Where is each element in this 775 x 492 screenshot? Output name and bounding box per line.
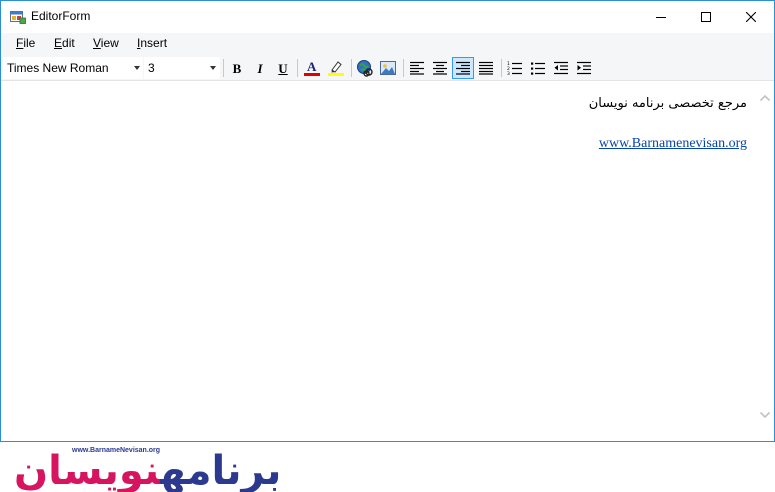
menu-insert[interactable]: Insert bbox=[137, 36, 167, 50]
italic-icon: I bbox=[257, 60, 263, 76]
bullet-list-icon bbox=[531, 62, 545, 75]
menu-view-mnemonic: V bbox=[93, 36, 101, 50]
font-size-value: 3 bbox=[148, 61, 155, 75]
toolbar-separator bbox=[297, 59, 298, 77]
menu-edit-label: dit bbox=[62, 36, 75, 50]
vertical-scrollbar[interactable] bbox=[757, 82, 774, 441]
menu-edit[interactable]: Edit bbox=[54, 36, 75, 50]
minimize-button[interactable] bbox=[638, 1, 684, 32]
logo-text-part1: برنامه bbox=[160, 448, 283, 492]
menu-insert-label: nsert bbox=[140, 36, 168, 50]
font-name-value: Times New Roman bbox=[7, 61, 109, 75]
minimize-icon bbox=[656, 16, 666, 18]
align-right-button[interactable] bbox=[452, 57, 474, 79]
increase-indent-button[interactable] bbox=[573, 57, 595, 79]
scroll-down-icon[interactable] bbox=[759, 411, 771, 419]
insert-link-button[interactable] bbox=[354, 57, 376, 79]
align-right-icon bbox=[456, 61, 470, 75]
app-icon bbox=[10, 9, 26, 24]
formatting-toolbar: Times New Roman 3 B I U A 1 2 3 bbox=[1, 55, 774, 81]
title-bar[interactable]: EditorForm bbox=[1, 1, 774, 32]
align-left-icon bbox=[410, 61, 424, 75]
image-icon bbox=[380, 61, 396, 75]
bold-icon: B bbox=[232, 60, 242, 76]
underline-icon: U bbox=[278, 60, 288, 76]
editor-window: EditorForm File Edit View Insert Times N… bbox=[0, 0, 775, 442]
menu-bar: File Edit View Insert bbox=[1, 33, 774, 55]
menu-edit-mnemonic: E bbox=[54, 36, 63, 50]
editor-link[interactable]: www.Barnamenevisan.org bbox=[599, 136, 747, 152]
toolbar-separator bbox=[223, 59, 224, 77]
highlight-color-button[interactable] bbox=[325, 57, 347, 79]
barnamenevisan-logo: www.BarnameNevisan.org برنامهنویسان bbox=[14, 445, 364, 491]
globe-link-icon bbox=[357, 60, 373, 77]
align-left-button[interactable] bbox=[406, 57, 428, 79]
menu-file-label: ile bbox=[23, 36, 36, 50]
font-color-icon: A bbox=[304, 59, 320, 76]
insert-image-button[interactable] bbox=[377, 57, 399, 79]
chevron-down-icon bbox=[210, 66, 216, 70]
italic-button[interactable]: I bbox=[249, 57, 271, 79]
menu-file[interactable]: File bbox=[16, 36, 35, 50]
logo-wordmark: برنامهنویسان bbox=[14, 448, 283, 492]
svg-text:A: A bbox=[307, 59, 317, 74]
font-name-combo[interactable]: Times New Roman bbox=[3, 57, 143, 79]
outdent-icon bbox=[554, 61, 568, 74]
bullet-list-button[interactable] bbox=[527, 57, 549, 79]
window-title: EditorForm bbox=[31, 9, 91, 23]
underline-button[interactable]: U bbox=[272, 57, 294, 79]
maximize-button[interactable] bbox=[683, 1, 729, 32]
svg-text:3: 3 bbox=[507, 71, 510, 76]
toolbar-separator bbox=[403, 59, 404, 77]
numbered-list-button[interactable]: 123 bbox=[504, 57, 526, 79]
menu-view-label: iew bbox=[100, 36, 119, 50]
menu-view[interactable]: View bbox=[93, 36, 119, 50]
align-justify-button[interactable] bbox=[475, 57, 497, 79]
chevron-down-icon bbox=[134, 66, 140, 70]
logo-text-part2: نویسان bbox=[14, 448, 162, 492]
footer: www.BarnameNevisan.org برنامهنویسان bbox=[0, 442, 775, 492]
scroll-up-icon[interactable] bbox=[759, 94, 771, 102]
bold-button[interactable]: B bbox=[226, 57, 248, 79]
close-button[interactable] bbox=[728, 1, 774, 32]
close-icon bbox=[746, 11, 756, 22]
editor-text-line[interactable]: مرجع تخصصی برنامه نویسان bbox=[589, 96, 747, 111]
toolbar-separator bbox=[501, 59, 502, 77]
indent-icon bbox=[577, 61, 591, 74]
maximize-icon bbox=[701, 11, 711, 22]
rich-text-editor[interactable]: مرجع تخصصی برنامه نویسان www.Barnamenevi… bbox=[1, 82, 757, 441]
toolbar-separator bbox=[351, 59, 352, 77]
decrease-indent-button[interactable] bbox=[550, 57, 572, 79]
highlighter-icon bbox=[328, 61, 344, 76]
align-center-icon bbox=[433, 61, 447, 75]
font-color-button[interactable]: A bbox=[301, 57, 323, 79]
numbered-list-icon: 123 bbox=[507, 61, 522, 76]
font-size-combo[interactable]: 3 bbox=[144, 57, 220, 79]
align-center-button[interactable] bbox=[429, 57, 451, 79]
align-justify-icon bbox=[479, 61, 493, 75]
